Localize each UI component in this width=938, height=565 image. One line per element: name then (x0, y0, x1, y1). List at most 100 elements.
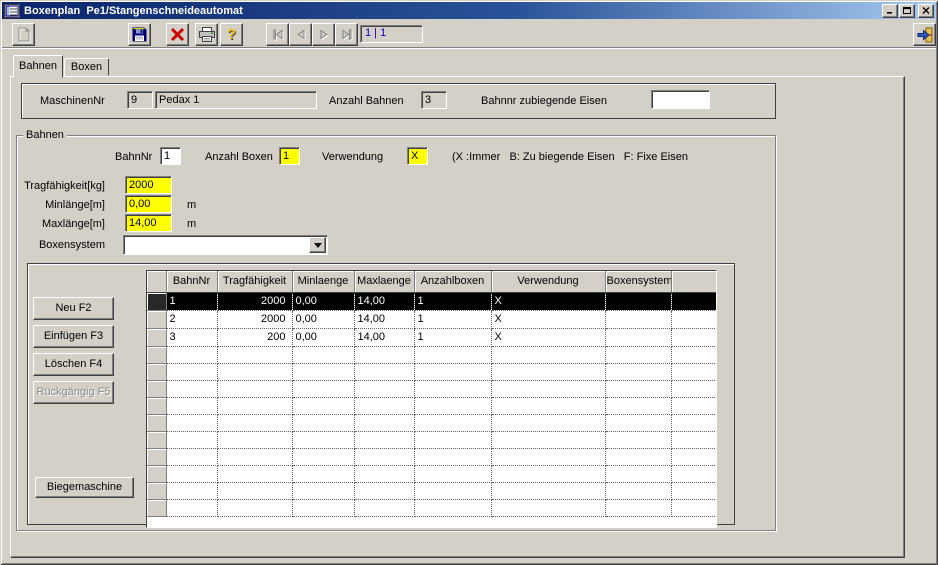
cell-boxensystem[interactable] (605, 310, 671, 328)
cell-empty (354, 346, 414, 363)
cell-verwendung[interactable]: X (491, 310, 605, 328)
print-button[interactable] (195, 23, 218, 46)
cell-filler (671, 292, 716, 310)
cell-empty (166, 346, 217, 363)
cell-empty (292, 414, 354, 431)
cell-bahnnr[interactable]: 1 (166, 292, 217, 310)
cell-empty (414, 414, 491, 431)
row-selector (147, 499, 166, 516)
new-button (12, 23, 35, 46)
nav-last-button (335, 23, 358, 46)
window-title: Boxenplan Pe1/Stangenschneideautomat (24, 5, 881, 17)
cell-anzahlboxen[interactable]: 1 (414, 310, 491, 328)
verwendung-legend: (X :Immer B: Zu biegende Eisen F: Fixe E… (452, 151, 688, 163)
cell-anzahlboxen[interactable]: 1 (414, 328, 491, 346)
table-row[interactable]: 3 200 0,00 14,00 1 X (147, 328, 716, 346)
exit-door-icon (917, 27, 933, 43)
tab-bahnen[interactable]: Bahnen (13, 55, 63, 78)
cell-tragfaehigkeit[interactable]: 2000 (217, 310, 292, 328)
tab-boxen-label: Boxen (71, 61, 102, 73)
minimize-button[interactable] (882, 4, 898, 18)
cell-empty (217, 431, 292, 448)
cell-empty (414, 431, 491, 448)
cell-empty (414, 346, 491, 363)
cell-maxlaenge[interactable]: 14,00 (354, 310, 414, 328)
cell-minlaenge[interactable]: 0,00 (292, 328, 354, 346)
verwendung-field[interactable]: X (407, 147, 428, 165)
row-selector (147, 448, 166, 465)
cell-empty (605, 499, 671, 516)
cell-filler (671, 328, 716, 346)
anzahl-boxen-field[interactable]: 1 (279, 147, 300, 165)
tragfaehigkeit-field[interactable]: 2000 (125, 176, 172, 194)
row-selector (147, 380, 166, 397)
save-button[interactable] (128, 23, 151, 46)
cell-minlaenge[interactable]: 0,00 (292, 310, 354, 328)
table-row-empty (147, 499, 716, 516)
row-selector[interactable] (147, 310, 166, 328)
cell-anzahlboxen[interactable]: 1 (414, 292, 491, 310)
row-selector[interactable] (147, 292, 166, 310)
cell-empty (292, 363, 354, 380)
cell-tragfaehigkeit[interactable]: 2000 (217, 292, 292, 310)
cell-bahnnr[interactable]: 3 (166, 328, 217, 346)
bahnnr-zubiegende-field[interactable] (651, 90, 710, 109)
grid-header: BahnNr Tragfähigkeit Minlaenge Maxlaenge… (147, 271, 716, 292)
nav-next-icon (317, 29, 331, 41)
biegemaschine-button[interactable]: Biegemaschine (35, 477, 134, 498)
cell-empty (671, 448, 716, 465)
cell-empty (414, 380, 491, 397)
cell-empty (414, 499, 491, 516)
loeschen-button[interactable]: Löschen F4 (33, 353, 114, 376)
anzahl-bahnen-field: 3 (421, 91, 447, 109)
cell-empty (166, 431, 217, 448)
cell-empty (292, 397, 354, 414)
printer-icon (199, 27, 215, 42)
delete-button[interactable] (166, 23, 189, 46)
table-row[interactable]: 2 2000 0,00 14,00 1 X (147, 310, 716, 328)
exit-button[interactable] (913, 23, 936, 46)
minlaenge-field[interactable]: 0,00 (125, 195, 172, 213)
table-row-empty (147, 465, 716, 482)
table-row[interactable]: 1 2000 0,00 14,00 1 X (147, 292, 716, 310)
maximize-button[interactable] (899, 4, 915, 18)
cell-verwendung[interactable]: X (491, 328, 605, 346)
cell-empty (671, 363, 716, 380)
maxlaenge-field[interactable]: 14,00 (125, 214, 172, 232)
cell-empty (292, 380, 354, 397)
cell-tragfaehigkeit[interactable]: 200 (217, 328, 292, 346)
cell-empty (491, 414, 605, 431)
combobox-dropdown-button[interactable] (309, 237, 326, 253)
tab-bahnen-label: Bahnen (19, 60, 57, 72)
bahnnr-field[interactable]: 1 (160, 147, 181, 165)
cell-empty (217, 499, 292, 516)
cell-boxensystem[interactable] (605, 292, 671, 310)
cell-bahnnr[interactable]: 2 (166, 310, 217, 328)
row-selector (147, 363, 166, 380)
close-icon (922, 7, 930, 14)
tab-boxen[interactable]: Boxen (64, 58, 109, 76)
help-button[interactable]: ? (220, 23, 243, 46)
cell-maxlaenge[interactable]: 14,00 (354, 328, 414, 346)
cell-empty (671, 397, 716, 414)
boxensystem-label: Boxensystem (19, 239, 105, 251)
cell-empty (217, 465, 292, 482)
app-window: Boxenplan Pe1/Stangenschneideautomat (0, 0, 938, 565)
cell-empty (414, 448, 491, 465)
row-selector[interactable] (147, 328, 166, 346)
nav-next-button (312, 23, 335, 46)
cell-maxlaenge[interactable]: 14,00 (354, 292, 414, 310)
minlaenge-label: Minlänge[m] (19, 199, 105, 211)
einfuegen-button[interactable]: Einfügen F3 (33, 325, 114, 348)
cell-empty (605, 482, 671, 499)
groupbox-caption: Bahnen (23, 129, 67, 142)
cell-empty (166, 414, 217, 431)
cell-empty (292, 465, 354, 482)
cell-empty (166, 380, 217, 397)
close-button[interactable] (918, 4, 934, 18)
neu-button[interactable]: Neu F2 (33, 297, 114, 320)
cell-verwendung[interactable]: X (491, 292, 605, 310)
cell-boxensystem[interactable] (605, 328, 671, 346)
boxensystem-combobox[interactable] (123, 235, 328, 255)
cell-minlaenge[interactable]: 0,00 (292, 292, 354, 310)
